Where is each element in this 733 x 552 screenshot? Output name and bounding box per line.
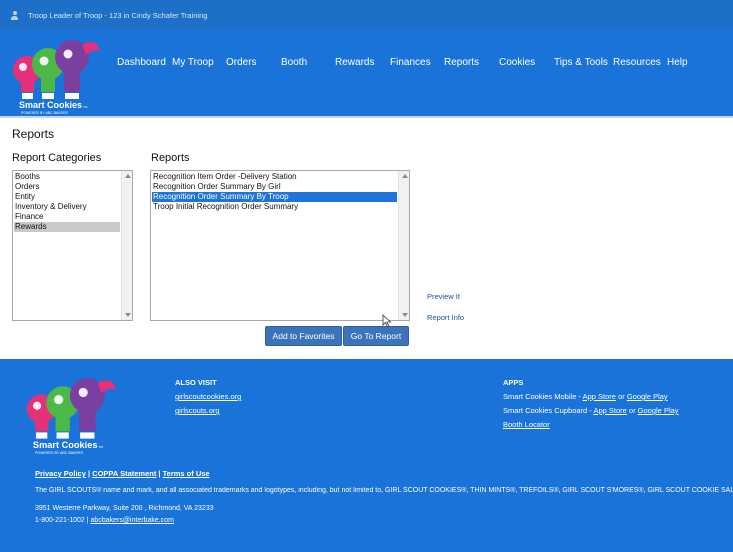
nav-cookies[interactable]: Cookies [499, 57, 535, 68]
nav-booth[interactable]: Booth [281, 57, 307, 68]
cupboard-app-store-link[interactable]: App Store [593, 406, 626, 415]
email-link[interactable]: abcbakers@interbake.com [91, 517, 174, 524]
coppa-statement-link[interactable]: COPPA Statement [92, 469, 156, 478]
also-visit-heading: ALSO VISIT [175, 378, 217, 387]
mobile-app-label: Smart Cookies Mobile - [503, 392, 583, 401]
footer-logo-tagline: POWERED BY ABC BAKERS [35, 451, 83, 455]
trademark-notice: The GIRL SCOUTS® name and mark, and all … [35, 487, 733, 494]
mobile-or-text: or [615, 392, 627, 401]
nav-finances[interactable]: Finances [390, 57, 431, 68]
nav-resources[interactable]: Resources [613, 57, 661, 68]
terms-of-use-link[interactable]: Terms of Use [163, 469, 210, 478]
nav-help[interactable]: Help [667, 57, 688, 68]
nav-reports[interactable]: Reports [444, 57, 479, 68]
nav-dashboard[interactable]: Dashboard [117, 57, 166, 68]
category-option-booths[interactable]: Booths [14, 172, 120, 182]
reports-list[interactable]: Recognition Item Order -Delivery Station… [150, 170, 410, 321]
user-icon [10, 10, 19, 20]
cupboard-app-line: Smart Cookies Cupboard - App Store or Go… [503, 406, 679, 415]
report-option[interactable]: Troop Initial Recognition Order Summary [152, 202, 397, 212]
privacy-policy-link[interactable]: Privacy Policy [35, 469, 86, 478]
preview-it-link[interactable]: Preview It [427, 292, 460, 301]
reports-title: Reports [151, 152, 190, 164]
girlscoutcookies-link[interactable]: girlscoutcookies.org [175, 392, 241, 401]
footer-logo-brand-text: Smart Cookies [33, 440, 98, 450]
logo-tagline: POWERED BY ABC BAKERS [21, 111, 68, 115]
user-bar: Troop Leader of Troop - 123 in Cindy Sch… [0, 0, 733, 30]
categories-scrollbar[interactable] [121, 171, 132, 320]
cupboard-or-text: or [626, 406, 638, 415]
category-option-rewards[interactable]: Rewards [14, 222, 120, 232]
scroll-up-arrow-icon[interactable] [401, 174, 408, 178]
company-address: 3951 Westerre Parkway, Suite 200 , Richm… [35, 505, 214, 512]
mobile-app-line: Smart Cookies Mobile - App Store or Goog… [503, 392, 668, 401]
category-option-entity[interactable]: Entity [14, 192, 120, 202]
logo-brand-text: Smart Cookies [19, 100, 82, 110]
mobile-google-play-link[interactable]: Google Play [627, 392, 668, 401]
nav-orders[interactable]: Orders [226, 57, 257, 68]
report-option[interactable]: Recognition Order Summary By Girl [152, 182, 397, 192]
nav-tips-tools[interactable]: Tips & Tools [554, 57, 608, 68]
contact-line: 1-800-221-1002 | abcbakers@interbake.com [35, 517, 174, 524]
scroll-up-arrow-icon[interactable] [124, 174, 131, 178]
logo-tm-text: TM [83, 105, 88, 109]
main-header: Smart Cookies TM POWERED BY ABC BAKERS D… [0, 30, 733, 118]
page-title: Reports [12, 127, 55, 141]
reports-scrollbar[interactable] [398, 171, 409, 320]
report-option[interactable]: Recognition Item Order -Delivery Station [152, 172, 397, 182]
category-option-orders[interactable]: Orders [14, 182, 120, 192]
mouse-cursor-icon [382, 314, 392, 328]
footer-smart-cookies-logo: Smart Cookies TM POWERED BY ABC BAKERS [26, 378, 117, 455]
category-option-inventory-delivery[interactable]: Inventory & Delivery [14, 202, 120, 212]
troop-info: Troop Leader of Troop - 123 in Cindy Sch… [28, 10, 208, 20]
apps-heading: APPS [503, 378, 524, 387]
add-to-favorites-button[interactable]: Add to Favorites [265, 326, 342, 346]
scroll-down-arrow-icon[interactable] [124, 313, 131, 317]
categories-title: Report Categories [12, 152, 102, 164]
nav-rewards[interactable]: Rewards [335, 57, 374, 68]
site-footer: Smart Cookies TM POWERED BY ABC BAKERS A… [0, 359, 733, 552]
cupboard-google-play-link[interactable]: Google Play [638, 406, 679, 415]
cupboard-app-label: Smart Cookies Cupboard - [503, 406, 594, 415]
report-categories-list[interactable]: Booths Orders Entity Inventory & Deliver… [12, 170, 133, 321]
category-option-finance[interactable]: Finance [14, 212, 120, 222]
mobile-app-store-link[interactable]: App Store [583, 392, 616, 401]
footer-logo-tm-text: TM [99, 445, 104, 449]
scroll-down-arrow-icon[interactable] [401, 313, 408, 317]
legal-links: Privacy Policy | COPPA Statement | Terms… [35, 469, 210, 478]
booth-locator-link[interactable]: Booth Locator [503, 420, 550, 429]
go-to-report-button[interactable]: Go To Report [343, 326, 409, 346]
smart-cookies-logo[interactable]: Smart Cookies TM POWERED BY ABC BAKERS [10, 37, 110, 115]
report-option-selected[interactable]: Recognition Order Summary By Troop [152, 192, 397, 202]
phone-number: 1-800-221-1002 | [35, 517, 91, 524]
girlscouts-link[interactable]: girlscouts.org [175, 406, 220, 415]
report-info-link[interactable]: Report Info [427, 313, 464, 322]
nav-my-troop[interactable]: My Troop [172, 57, 214, 68]
